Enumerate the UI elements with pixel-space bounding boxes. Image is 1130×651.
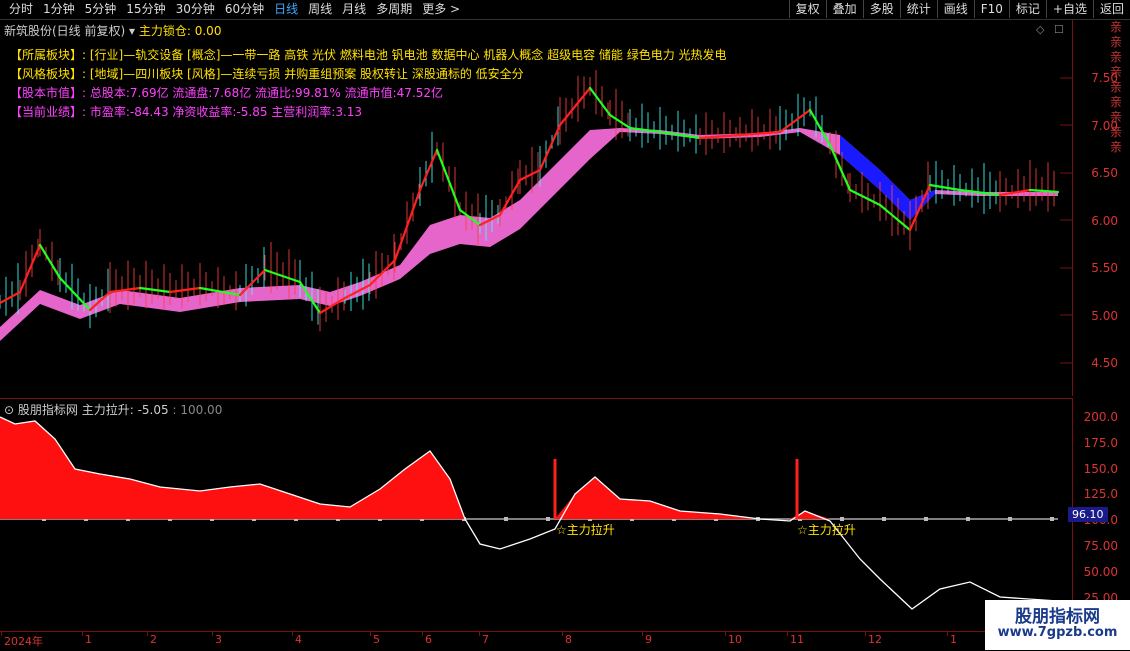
trend-line-segment (928, 183, 962, 192)
x-tick-label: 2024年 (4, 635, 43, 648)
baseline-marker (1050, 517, 1054, 521)
x-tick-label: 5 (373, 633, 380, 646)
x-tick-label: 1 (950, 633, 957, 646)
y-tick-label: 50.00 (1083, 564, 1118, 579)
x-tick-mark (422, 632, 423, 636)
indicator-price-tag: 96.10 (1068, 507, 1108, 522)
y-tick-label: 150.0 (1083, 461, 1118, 476)
x-tick-label: 3 (215, 633, 222, 646)
toolbar-button-4[interactable]: 画线 (936, 0, 974, 18)
watermark-url: www.7gpzb.com (997, 625, 1118, 640)
x-tick-mark (82, 632, 83, 636)
trend-line-segment (138, 286, 172, 294)
toolbar-button-7[interactable]: +自选 (1045, 0, 1093, 18)
period-tab-6[interactable]: 日线 (269, 1, 303, 18)
trend-line-segment (168, 286, 202, 294)
trend-line-segment (608, 113, 632, 130)
y-tick-label: 200.0 (1083, 410, 1118, 424)
toolbar-button-3[interactable]: 统计 (899, 0, 937, 18)
x-tick-mark (147, 632, 148, 636)
y-tick-label: 125.0 (1083, 487, 1118, 502)
trend-line-segment (418, 148, 439, 192)
period-tab-7[interactable]: 周线 (303, 1, 337, 18)
x-tick-mark (642, 632, 643, 636)
trend-line-segment (0, 290, 22, 305)
toolbar-button-6[interactable]: 标记 (1008, 0, 1046, 18)
baseline-marker (840, 517, 844, 521)
side-tab-strip[interactable]: 亲亲亲亲亲亲亲亲亲 (1110, 20, 1130, 400)
x-tick-mark (725, 632, 726, 636)
period-tab-5[interactable]: 60分钟 (220, 1, 269, 18)
x-tick-mark (292, 632, 293, 636)
x-tick-mark (212, 632, 213, 636)
y-tick-label: 75.00 (1083, 539, 1118, 553)
trend-line-segment (18, 243, 42, 294)
toolbar-button-2[interactable]: 多股 (862, 0, 900, 18)
x-tick-mark (787, 632, 788, 636)
time-axis: 2024年 1 2 3 4 5 6 7 8 9 10 11 12 1 (0, 631, 1072, 651)
price-chart-svg (0, 70, 1072, 364)
trend-line-segment (848, 188, 882, 207)
baseline-marker (546, 517, 550, 521)
x-tick-mark (479, 632, 480, 636)
baseline-marker (924, 517, 928, 521)
x-tick-label: 12 (868, 633, 882, 646)
x-tick-label: 4 (295, 633, 302, 646)
period-tab-1[interactable]: 1分钟 (38, 1, 80, 18)
period-tab-9[interactable]: 多周期 (371, 1, 417, 18)
x-tick-mark (1, 632, 2, 636)
x-tick-mark (562, 632, 563, 636)
period-tab-10[interactable]: 更多 > (417, 1, 465, 18)
x-tick-label: 9 (645, 633, 652, 646)
y-tick-label: 175.0 (1083, 435, 1118, 450)
x-tick-label: 2 (150, 633, 157, 646)
ribbon-band (0, 128, 1058, 341)
x-tick-label: 1 (85, 633, 92, 646)
indicator-fill (0, 417, 1058, 519)
indicator-chart-svg: ☆主力拉升 ☆主力拉升 (0, 416, 1059, 610)
trend-line-segment (518, 168, 542, 182)
trend-line-segment (588, 86, 612, 117)
watermark-logo: 股朋指标网 www.7gpzb.com (985, 600, 1130, 650)
baseline-marker (966, 517, 970, 521)
signal-label: ☆主力拉升 (556, 522, 615, 537)
toolbar-button-5[interactable]: F10 (973, 0, 1009, 18)
period-tab-8[interactable]: 月线 (337, 1, 371, 18)
baseline-marker (882, 517, 886, 521)
baseline-marker (1008, 517, 1012, 521)
price-chart-panel[interactable]: 新筑股份(日线 前复权) ▾ 主力锁仓: 0.00 ◇ ☐ 【所属板块】: [行… (0, 20, 1073, 396)
period-tab-0[interactable]: 分时 (4, 1, 38, 18)
x-tick-mark (947, 632, 948, 636)
toolbar-right-buttons: 复权 叠加 多股 统计 画线 F10 标记 +自选 返回 (788, 0, 1130, 18)
x-tick-mark (865, 632, 866, 636)
x-tick-label: 8 (565, 633, 572, 646)
x-tick-label: 11 (790, 633, 804, 646)
trend-line-segment (435, 148, 462, 212)
baseline-marker (504, 517, 508, 521)
toolbar-button-0[interactable]: 复权 (788, 0, 826, 18)
trend-line-segment (558, 86, 592, 127)
toolbar-button-8[interactable]: 返回 (1092, 0, 1130, 18)
period-toolbar: 分时 1分钟 5分钟 15分钟 30分钟 60分钟 日线 周线 月线 多周期 更多 > 复权 叠加 多股… (0, 0, 1130, 20)
watermark-title: 股朋指标网 (1015, 607, 1100, 627)
period-tab-3[interactable]: 15分钟 (121, 1, 170, 18)
trend-line-segment (38, 243, 62, 280)
signal-label: ☆主力拉升 (797, 522, 856, 537)
indicator-panel[interactable]: ⊙ 股朋指标网 主力拉升: -5.05 : 100.00 ☆主力拉升 ☆主力拉升 (0, 398, 1073, 631)
period-tab-2[interactable]: 5分钟 (80, 1, 122, 18)
period-tab-4[interactable]: 30分钟 (171, 1, 220, 18)
toolbar-button-1[interactable]: 叠加 (825, 0, 863, 18)
x-tick-label: 7 (482, 633, 489, 646)
x-tick-mark (370, 632, 371, 636)
x-tick-label: 10 (728, 633, 742, 646)
x-tick-label: 6 (425, 633, 432, 646)
period-tabs: 分时 1分钟 5分钟 15分钟 30分钟 60分钟 日线 周线 月线 多周期 更多 > (4, 1, 465, 18)
